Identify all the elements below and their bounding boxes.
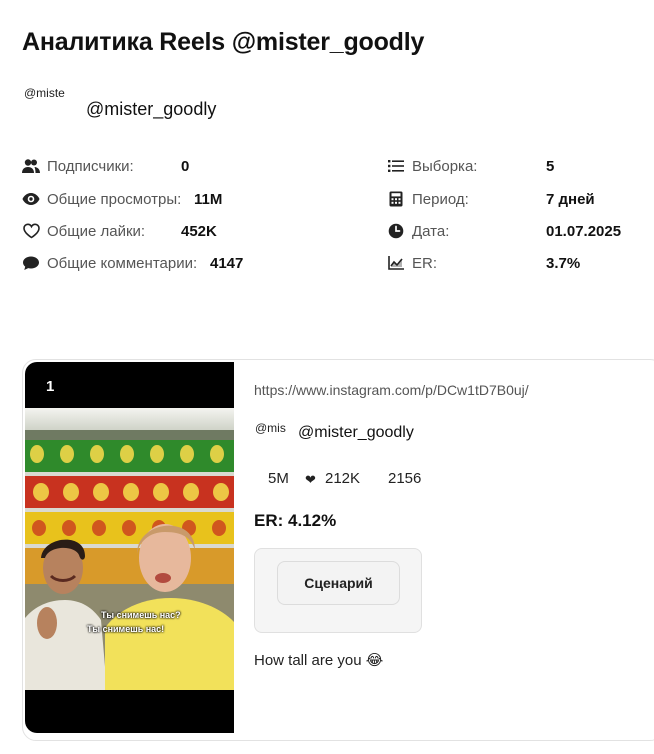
- post-description: How tall are you 😂: [254, 652, 384, 669]
- calculator-icon: [387, 190, 405, 208]
- post-url-link[interactable]: https://www.instagram.com/p/DCw1tD7B0uj/: [254, 382, 529, 398]
- post-handle: @mister_goodly: [298, 424, 414, 441]
- stat-label: ER:: [412, 254, 438, 272]
- stat-total-comments: Общие комментарии: 4147: [22, 252, 352, 274]
- profile-handle: @mister_goodly: [86, 99, 217, 119]
- stat-value: 01.07.2025: [546, 222, 622, 240]
- stat-value: 452K: [181, 222, 217, 240]
- post-likes: 212K: [325, 470, 361, 487]
- stat-label: Период:: [412, 190, 469, 208]
- comment-icon: [22, 254, 40, 272]
- users-icon: [22, 157, 40, 175]
- stat-label: Дата:: [412, 222, 450, 240]
- stat-value: 5: [546, 157, 555, 175]
- video-caption: Ты снимешь нас?: [101, 610, 181, 620]
- stat-value: 7 дней: [546, 190, 595, 208]
- list-icon: [387, 157, 405, 175]
- eye-icon: [22, 190, 40, 208]
- heart-icon: ❤: [305, 472, 316, 487]
- stat-value: 0: [181, 157, 190, 175]
- script-button[interactable]: Сценарий: [277, 561, 400, 605]
- stat-label: Общие лайки:: [47, 222, 146, 240]
- heart-icon: [22, 222, 40, 240]
- thumbnail-image: Ты снимешь нас? Ты снимешь нас!: [25, 408, 234, 690]
- stat-total-likes: Общие лайки: 452K: [22, 220, 352, 242]
- reel-thumbnail[interactable]: 1 Ты снимешь нас? Ты снимешь нас!: [25, 362, 234, 733]
- page-title: Аналитика Reels @mister_goodly: [22, 28, 425, 56]
- stat-value: 3.7%: [546, 254, 581, 272]
- post-avatar: @mis: [255, 421, 286, 435]
- post-views: 5M: [268, 470, 289, 487]
- post-comments: 2156: [388, 470, 422, 487]
- clock-icon: [387, 222, 405, 240]
- stat-date: Дата: 01.07.2025: [387, 220, 627, 242]
- stat-label: Выборка:: [412, 157, 478, 175]
- post-er: ER: 4.12%: [254, 511, 337, 530]
- stat-subscribers: Подписчики: 0: [22, 155, 352, 177]
- stat-sample: Выборка: 5: [387, 155, 627, 177]
- stat-value: 4147: [210, 254, 244, 272]
- reel-rank: 1: [46, 378, 55, 395]
- stat-value: 11M: [194, 190, 223, 208]
- script-panel: Сценарий: [254, 548, 422, 633]
- stat-er: ER: 3.7%: [387, 252, 627, 274]
- profile-avatar: @miste: [24, 86, 65, 100]
- stat-period: Период: 7 дней: [387, 188, 627, 210]
- chart-icon: [387, 254, 405, 272]
- stat-label: Подписчики:: [47, 157, 134, 175]
- stat-label: Общие просмотры:: [47, 190, 182, 208]
- stat-label: Общие комментарии:: [47, 254, 198, 272]
- stat-total-views: Общие просмотры: 11M: [22, 188, 352, 210]
- video-caption: Ты снимешь нас!: [87, 624, 165, 634]
